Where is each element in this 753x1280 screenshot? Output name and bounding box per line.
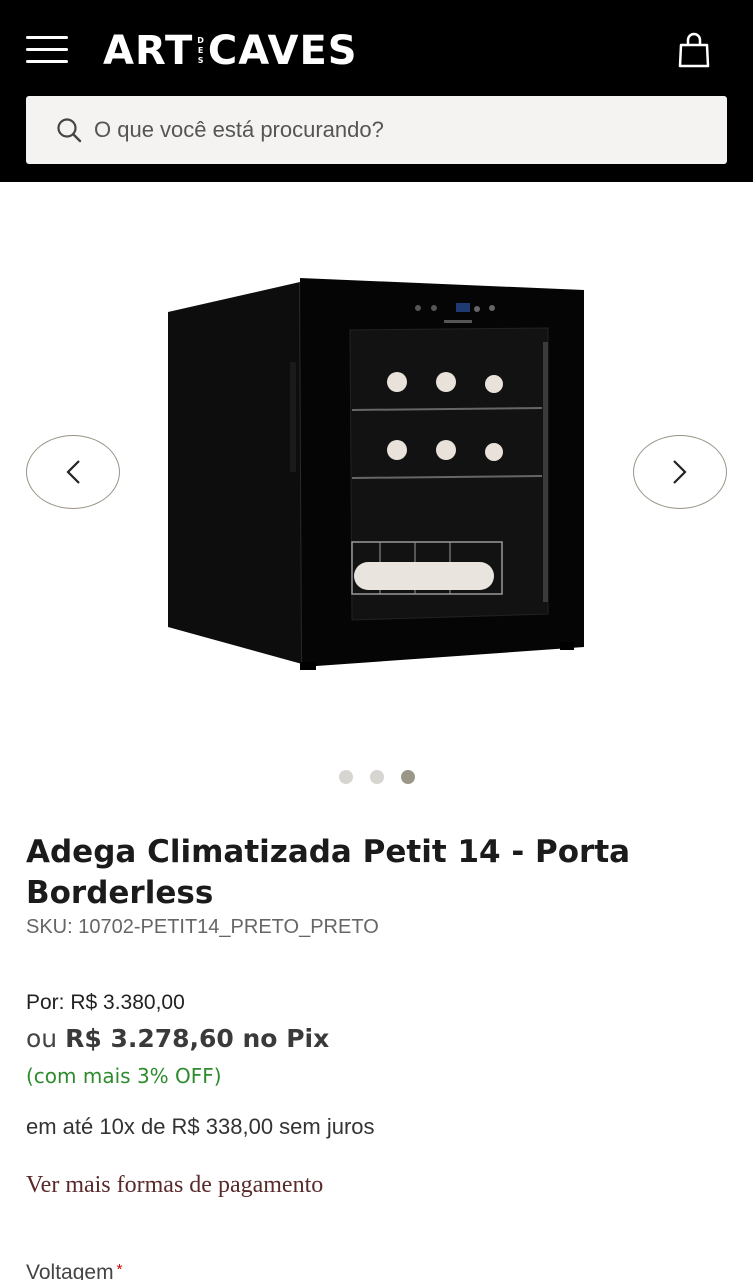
site-logo[interactable]: ART D E S CAVES — [103, 26, 358, 76]
gallery-next-button[interactable] — [633, 435, 727, 509]
site-header: ART D E S CAVES — [0, 0, 753, 182]
product-gallery — [0, 182, 753, 802]
search-bar[interactable] — [26, 96, 727, 164]
gallery-pagination — [339, 770, 415, 784]
chevron-right-icon — [673, 460, 687, 484]
voltage-label: Voltagem * — [26, 1261, 122, 1280]
logo-text-des: D E S — [197, 36, 204, 65]
installments-text: em até 10x de R$ 338,00 sem juros — [26, 1114, 375, 1139]
search-input[interactable] — [94, 117, 654, 143]
shopping-bag-icon[interactable] — [678, 32, 710, 68]
product-image — [168, 278, 584, 670]
voltage-label-text: Voltagem — [26, 1261, 114, 1280]
product-title: Adega Climatizada Petit 14 - Porta Borde… — [26, 834, 631, 911]
price-pix-prefix: ou — [26, 1024, 58, 1053]
hamburger-menu-icon[interactable] — [26, 34, 70, 66]
gallery-dot-3[interactable] — [401, 770, 415, 784]
price-regular: Por: R$ 3.380,00 — [26, 991, 185, 1014]
product-sku: SKU: 10702-PETIT14_PRETO_PRETO — [26, 916, 379, 938]
more-payment-options-link[interactable]: Ver mais formas de pagamento — [26, 1172, 323, 1199]
logo-text-caves: CAVES — [207, 28, 358, 74]
gallery-dot-2[interactable] — [370, 770, 384, 784]
pix-discount-note: (com mais 3% OFF) — [26, 1064, 222, 1088]
required-mark: * — [116, 1261, 123, 1278]
gallery-dot-1[interactable] — [339, 770, 353, 784]
price-pix-value: R$ 3.278,60 no Pix — [65, 1024, 330, 1053]
price-pix: ou R$ 3.278,60 no Pix — [26, 1024, 329, 1053]
search-icon — [57, 118, 82, 143]
logo-text-art: ART — [103, 28, 194, 74]
chevron-left-icon — [66, 460, 80, 484]
gallery-prev-button[interactable] — [26, 435, 120, 509]
